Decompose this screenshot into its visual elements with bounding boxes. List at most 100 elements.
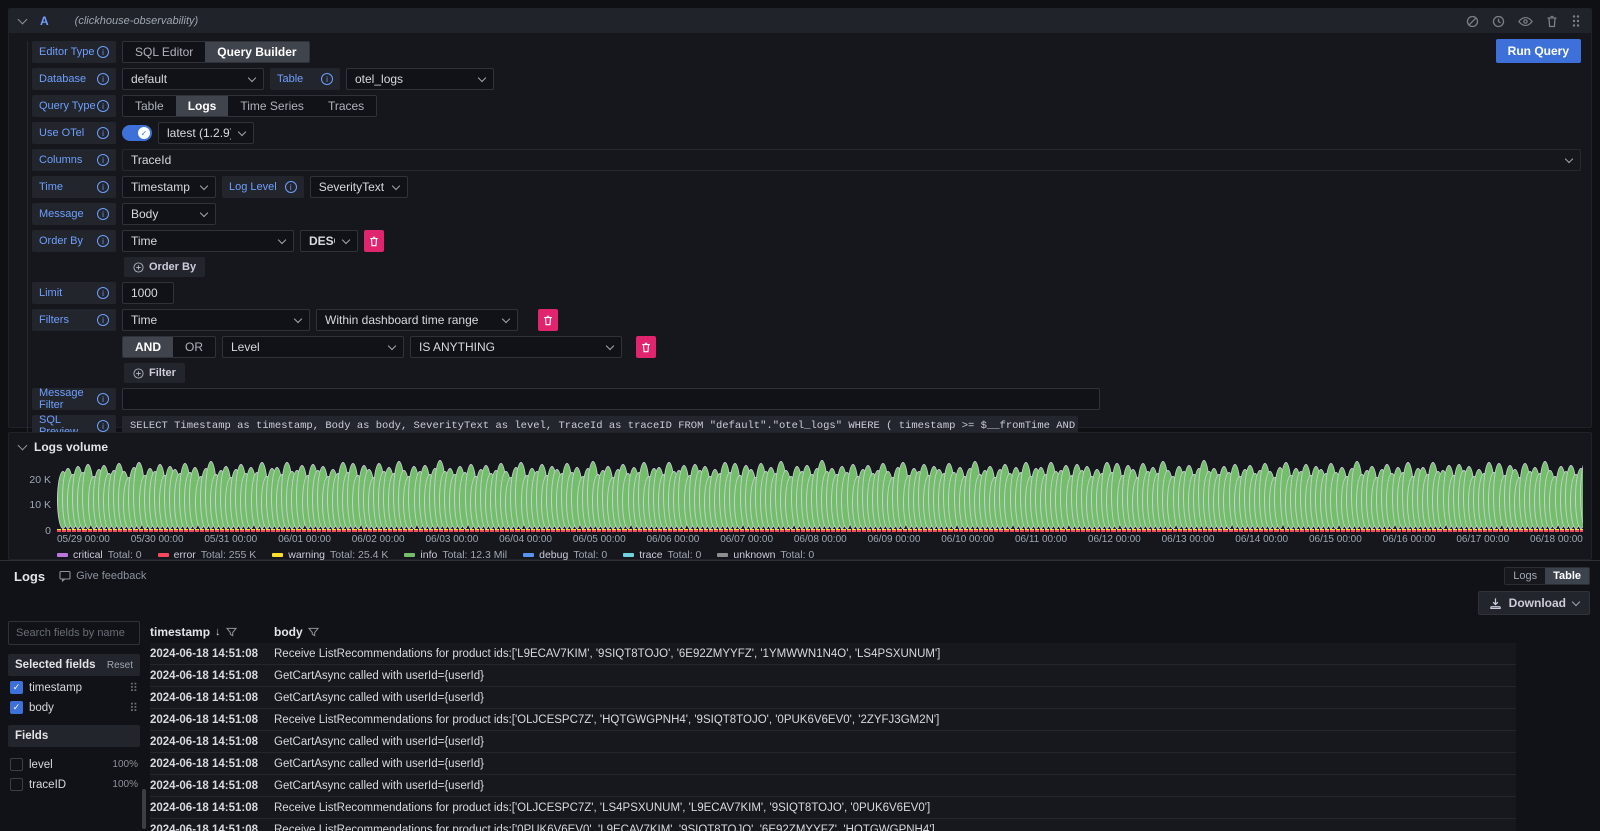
table-row[interactable]: 2024-06-18 14:51:08Receive ListRecommend… (150, 819, 1516, 831)
time-column-select[interactable]: Timestamp (122, 176, 216, 198)
info-icon[interactable]: i (97, 393, 109, 405)
message-column-select[interactable]: Body (122, 203, 216, 225)
table-row[interactable]: 2024-06-18 14:51:08GetCartAsync called w… (150, 775, 1516, 797)
query-type-traces-option[interactable]: Traces (316, 96, 376, 116)
remove-filter1-button[interactable] (538, 309, 558, 331)
query-type-timeseries-option[interactable]: Time Series (228, 96, 316, 116)
table-row[interactable]: 2024-06-18 14:51:08GetCartAsync called w… (150, 665, 1516, 687)
drag-dots-icon[interactable]: ⠿ (129, 681, 138, 695)
add-filter-button[interactable]: Filter (124, 363, 185, 383)
bar (959, 460, 963, 532)
filter-icon[interactable] (226, 627, 237, 638)
hide-response-eye-icon[interactable] (1518, 15, 1533, 28)
info-icon[interactable]: i (97, 420, 109, 432)
bar (928, 460, 932, 532)
bar (612, 460, 616, 532)
remove-order-by-button[interactable] (364, 230, 384, 252)
filter2-field-select[interactable]: Level (222, 336, 404, 358)
view-logs-option[interactable]: Logs (1505, 568, 1545, 584)
circle-plus-icon (133, 368, 144, 379)
selected-field-body[interactable]: ✓ body ⠿ (8, 699, 140, 716)
order-direction-select[interactable]: DESC (300, 230, 358, 252)
table-row[interactable]: 2024-06-18 14:51:08Receive ListRecommend… (150, 643, 1516, 665)
or-option[interactable]: OR (173, 337, 215, 357)
limit-input[interactable] (122, 282, 174, 304)
info-icon[interactable]: i (97, 73, 109, 85)
collapse-chevron-icon[interactable] (18, 441, 28, 451)
filter2-operator-select[interactable]: IS ANYTHING (410, 336, 622, 358)
table-row[interactable]: 2024-06-18 14:51:08Receive ListRecommend… (150, 797, 1516, 819)
collapse-chevron-icon[interactable] (18, 15, 28, 25)
checkbox-checked-icon[interactable]: ✓ (10, 701, 23, 714)
drag-dots-icon[interactable]: ⠿ (129, 701, 138, 715)
database-select[interactable]: default (122, 68, 264, 90)
filter1-operator-select[interactable]: Within dashboard time range (316, 309, 518, 331)
disable-query-icon[interactable] (1466, 15, 1479, 28)
use-otel-toggle[interactable]: ✓ (122, 125, 152, 141)
bar (1213, 460, 1217, 532)
body-column-header[interactable]: body (274, 625, 303, 639)
filter1-field-select[interactable]: Time (122, 309, 310, 331)
info-icon[interactable]: i (97, 46, 109, 58)
query-builder-option[interactable]: Query Builder (205, 42, 308, 62)
checkbox-checked-icon[interactable]: ✓ (10, 681, 23, 694)
order-by-field-select[interactable]: Time (122, 230, 294, 252)
columns-multiselect[interactable]: TraceId (122, 149, 1581, 171)
timestamp-column-header[interactable]: timestamp (150, 625, 210, 639)
info-icon[interactable]: i (97, 181, 109, 193)
bar (118, 460, 122, 532)
query-history-icon[interactable] (1492, 15, 1505, 28)
checkbox-unchecked-icon[interactable] (10, 758, 23, 771)
remove-query-trash-icon[interactable] (1546, 15, 1558, 28)
table-select[interactable]: otel_logs (346, 68, 494, 90)
sort-desc-icon[interactable]: ↓ (215, 626, 221, 638)
bar (1234, 460, 1238, 532)
info-icon[interactable]: i (97, 208, 109, 220)
table-row[interactable]: 2024-06-18 14:51:08GetCartAsync called w… (150, 687, 1516, 709)
table-row[interactable]: 2024-06-18 14:51:08GetCartAsync called w… (150, 753, 1516, 775)
info-icon[interactable]: i (97, 287, 109, 299)
bar (312, 460, 316, 532)
bar (892, 460, 896, 532)
filter-icon[interactable] (308, 627, 319, 638)
field-traceid[interactable]: traceID 100% (8, 776, 140, 793)
add-order-by-button[interactable]: Order By (124, 257, 205, 277)
query-type-logs-option[interactable]: Logs (176, 96, 229, 116)
search-fields-input[interactable] (8, 621, 140, 645)
info-icon[interactable]: i (97, 127, 109, 139)
drag-handle-icon[interactable] (1571, 14, 1581, 28)
selected-field-timestamp[interactable]: ✓ timestamp ⠿ (8, 679, 140, 696)
logs-volume-title: Logs volume (34, 440, 108, 454)
info-icon[interactable]: i (97, 235, 109, 247)
query-type-table-option[interactable]: Table (123, 96, 176, 116)
bar (393, 460, 397, 532)
bar (521, 460, 525, 532)
body-cell: GetCartAsync called with userId={userId} (270, 692, 1516, 704)
checkbox-unchecked-icon[interactable] (10, 778, 23, 791)
info-icon[interactable]: i (97, 314, 109, 326)
reset-fields-link[interactable]: Reset (107, 660, 133, 671)
remove-filter2-button[interactable] (636, 336, 656, 358)
trash-icon (543, 315, 553, 326)
bar (862, 460, 866, 532)
and-option[interactable]: AND (123, 337, 173, 357)
table-row[interactable]: 2024-06-18 14:51:08GetCartAsync called w… (150, 731, 1516, 753)
info-icon[interactable]: i (97, 154, 109, 166)
info-icon[interactable]: i (285, 181, 297, 193)
otel-version-select[interactable]: latest (1.2.9) (158, 122, 254, 144)
run-query-button[interactable]: Run Query (1496, 39, 1581, 63)
info-icon[interactable]: i (97, 100, 109, 112)
give-feedback-link[interactable]: Give feedback (59, 570, 146, 582)
message-filter-input[interactable] (122, 388, 1100, 410)
download-button[interactable]: Download (1478, 591, 1590, 615)
table-row[interactable]: 2024-06-18 14:51:08Receive ListRecommend… (150, 709, 1516, 731)
limit-label: Limit i (32, 282, 116, 304)
field-level[interactable]: level 100% (8, 756, 140, 773)
sidebar-scrollbar[interactable] (142, 789, 146, 829)
info-icon[interactable]: i (321, 73, 333, 85)
bar (1478, 460, 1482, 532)
view-table-option[interactable]: Table (1545, 568, 1589, 584)
log-level-select[interactable]: SeverityText (310, 176, 408, 198)
sql-editor-option[interactable]: SQL Editor (123, 42, 205, 62)
editor-type-label: Editor Type i (32, 41, 116, 63)
